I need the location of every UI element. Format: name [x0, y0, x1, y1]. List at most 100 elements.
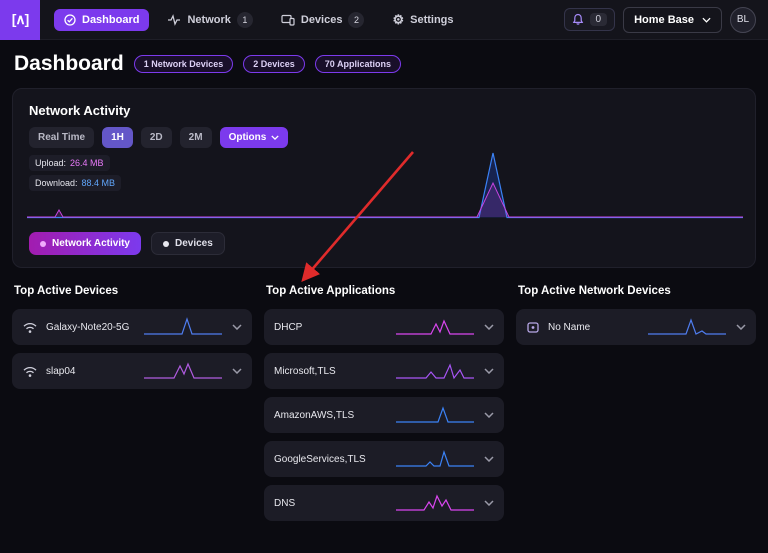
- device-row[interactable]: Galaxy-Note20-5G: [12, 309, 252, 345]
- chevron-down-icon[interactable]: [736, 324, 746, 330]
- chevron-down-icon[interactable]: [484, 456, 494, 462]
- network-activity-chart: [27, 147, 743, 227]
- site-selector-label: Home Base: [634, 14, 694, 26]
- pill-applications[interactable]: 70 Applications: [315, 55, 401, 73]
- notifications-count: 0: [590, 13, 608, 26]
- column-top-active-applications: Top Active Applications DHCP Microsoft,T…: [264, 285, 504, 529]
- sparkline: [396, 448, 474, 470]
- sparkline: [144, 360, 222, 382]
- nav-label: Network: [187, 14, 230, 26]
- time-button-1h[interactable]: 1H: [102, 127, 133, 148]
- time-button-2d[interactable]: 2D: [141, 127, 172, 148]
- application-row[interactable]: DNS: [264, 485, 504, 521]
- legend-label: Devices: [175, 238, 213, 249]
- navbar-right: 0 Home Base BL: [564, 7, 756, 33]
- legend-devices[interactable]: Devices: [151, 232, 225, 255]
- navbar: [∧] Dashboard Network 1 Devices 2 ⚙: [0, 0, 768, 40]
- sparkline: [396, 360, 474, 382]
- nav-label: Devices: [301, 14, 343, 26]
- pill-network-devices[interactable]: 1 Network Devices: [134, 55, 234, 73]
- nav-label: Settings: [410, 14, 453, 26]
- site-selector-button[interactable]: Home Base: [623, 7, 722, 33]
- device-name: slap04: [46, 366, 75, 377]
- network-count-badge: 1: [237, 12, 253, 28]
- page-header: Dashboard 1 Network Devices 2 Devices 70…: [14, 52, 401, 76]
- column-top-active-devices: Top Active Devices Galaxy-Note20-5G: [12, 285, 252, 529]
- sparkline: [396, 492, 474, 514]
- network-device-name: No Name: [548, 322, 590, 333]
- sparkline: [396, 404, 474, 426]
- check-circle-icon: [64, 14, 76, 26]
- application-name: GoogleServices,TLS: [274, 454, 366, 465]
- chevron-down-icon[interactable]: [484, 500, 494, 506]
- device-name: Galaxy-Note20-5G: [46, 322, 129, 333]
- upload-value: 26.4 MB: [70, 158, 104, 168]
- application-row[interactable]: Microsoft,TLS: [264, 353, 504, 389]
- column-title: Top Active Devices: [14, 285, 252, 297]
- options-button[interactable]: Options: [220, 127, 289, 148]
- router-icon: [526, 320, 540, 334]
- application-name: Microsoft,TLS: [274, 366, 336, 377]
- notifications-button[interactable]: 0: [564, 8, 616, 31]
- devices-count-badge: 2: [348, 12, 364, 28]
- logo-glyph: [∧]: [12, 11, 29, 28]
- bell-icon: [572, 13, 584, 26]
- legend-label: Network Activity: [52, 238, 130, 249]
- upload-series-path: [27, 183, 743, 217]
- device-row[interactable]: slap04: [12, 353, 252, 389]
- column-title: Top Active Network Devices: [518, 285, 756, 297]
- time-button-realtime[interactable]: Real Time: [29, 127, 94, 148]
- series-legend: Network Activity Devices: [29, 232, 225, 255]
- nav-items: Dashboard Network 1 Devices 2 ⚙ Settings: [54, 7, 464, 33]
- card-title: Network Activity: [29, 103, 130, 118]
- download-stat: Download: 88.4 MB: [29, 175, 121, 191]
- chevron-down-icon[interactable]: [484, 324, 494, 330]
- nav-label: Dashboard: [82, 14, 139, 26]
- pill-devices[interactable]: 2 Devices: [243, 55, 305, 73]
- io-legend: Upload: 26.4 MB Download: 88.4 MB: [29, 155, 121, 191]
- application-row[interactable]: DHCP: [264, 309, 504, 345]
- time-button-2m[interactable]: 2M: [180, 127, 212, 148]
- nav-item-dashboard[interactable]: Dashboard: [54, 9, 149, 31]
- nav-item-network[interactable]: Network 1: [157, 7, 262, 33]
- chevron-down-icon: [702, 17, 711, 23]
- top-active-columns: Top Active Devices Galaxy-Note20-5G: [12, 285, 756, 529]
- download-label: Download:: [35, 178, 78, 188]
- page-title: Dashboard: [14, 52, 124, 76]
- upload-label: Upload:: [35, 158, 66, 168]
- nav-item-devices[interactable]: Devices 2: [271, 7, 375, 33]
- sparkline: [396, 316, 474, 338]
- network-activity-card: Network Activity Real Time 1H 2D 2M Opti…: [12, 88, 756, 268]
- application-row[interactable]: AmazonAWS,TLS: [264, 397, 504, 433]
- legend-dot: [163, 241, 169, 247]
- application-name: DNS: [274, 498, 295, 509]
- wifi-icon: [22, 321, 38, 334]
- gear-icon: ⚙: [392, 13, 404, 26]
- network-activity-icon: [167, 14, 181, 26]
- chevron-down-icon[interactable]: [232, 324, 242, 330]
- legend-network-activity[interactable]: Network Activity: [29, 232, 141, 255]
- sparkline: [648, 316, 726, 338]
- download-value: 88.4 MB: [82, 178, 116, 188]
- chevron-down-icon[interactable]: [232, 368, 242, 374]
- network-device-row[interactable]: No Name: [516, 309, 756, 345]
- chevron-down-icon[interactable]: [484, 368, 494, 374]
- chevron-down-icon: [271, 135, 279, 140]
- application-name: AmazonAWS,TLS: [274, 410, 354, 421]
- sparkline: [144, 316, 222, 338]
- user-avatar[interactable]: BL: [730, 7, 756, 33]
- column-top-active-network-devices: Top Active Network Devices No Name: [516, 285, 756, 529]
- options-label: Options: [229, 132, 267, 143]
- time-range-buttons: Real Time 1H 2D 2M Options: [29, 127, 288, 148]
- wifi-icon: [22, 365, 38, 378]
- column-title: Top Active Applications: [266, 285, 504, 297]
- devices-icon: [281, 14, 295, 26]
- download-series-path: [27, 153, 743, 218]
- nav-item-settings[interactable]: ⚙ Settings: [382, 8, 463, 31]
- app-logo[interactable]: [∧]: [0, 0, 40, 40]
- legend-dot: [40, 241, 46, 247]
- chevron-down-icon[interactable]: [484, 412, 494, 418]
- application-row[interactable]: GoogleServices,TLS: [264, 441, 504, 477]
- upload-stat: Upload: 26.4 MB: [29, 155, 110, 171]
- avatar-initials: BL: [737, 14, 749, 25]
